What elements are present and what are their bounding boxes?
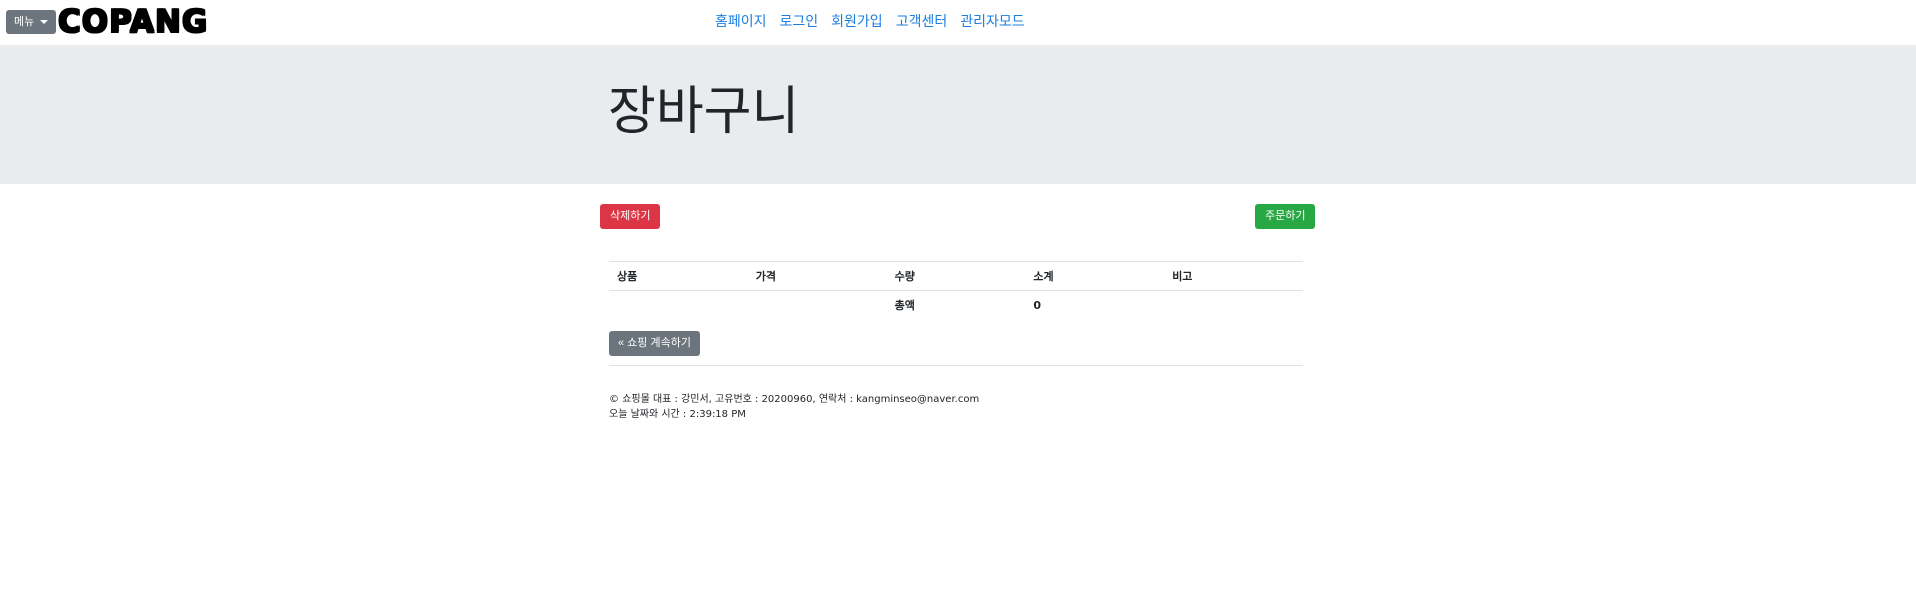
menu-dropdown-button[interactable]: 메뉴: [6, 10, 57, 34]
nav-links: 홈페이지 로그인 회원가입 고객센터 관리자모드: [715, 13, 1025, 31]
column-header-price: 가격: [747, 261, 887, 291]
delete-button[interactable]: 삭제하기: [600, 204, 661, 229]
nav-link-signup[interactable]: 회원가입: [831, 13, 883, 31]
order-button[interactable]: 주문하기: [1255, 204, 1316, 229]
table-total-row: 총액 0: [609, 291, 1303, 320]
table-header-row: 상품 가격 수량 소계 비고: [609, 261, 1303, 291]
total-label: 총액: [894, 299, 915, 313]
caret-down-icon: [40, 20, 49, 24]
footer: © 쇼핑몰 대표 : 강민서, 고유번호 : 20200960, 연락처 : k…: [609, 392, 979, 422]
column-header-subtotal: 소계: [1025, 261, 1165, 291]
table-cell-empty: [1164, 291, 1303, 320]
nav-link-login[interactable]: 로그인: [780, 13, 819, 31]
table-cell-empty: [748, 291, 887, 320]
footer-datetime: 오늘 날짜와 시간 : 2:39:18 PM: [609, 409, 746, 420]
nav-link-home[interactable]: 홈페이지: [715, 13, 767, 31]
nav-link-customer-center[interactable]: 고객센터: [896, 13, 948, 31]
menu-label: 메뉴: [14, 16, 35, 28]
page-title: 장바구니: [608, 82, 800, 142]
continue-shopping-button[interactable]: « 쇼핑 계속하기: [609, 331, 700, 356]
logo[interactable]: COPANG: [58, 4, 208, 40]
table-cell-empty: [609, 291, 748, 320]
column-header-note: 비고: [1164, 261, 1303, 291]
jumbotron: [0, 45, 1916, 184]
footer-divider: [609, 365, 1303, 366]
total-value: 0: [1033, 298, 1042, 312]
navbar: 메뉴 COPANG 홈페이지 로그인 회원가입 고객센터 관리자모드: [0, 0, 1916, 44]
column-header-quantity: 수량: [886, 261, 1026, 291]
nav-link-admin-mode[interactable]: 관리자모드: [960, 13, 1024, 31]
cart-table: 상품 가격 수량 소계 비고 총액 0: [609, 261, 1303, 320]
footer-copyright: © 쇼핑몰 대표 : 강민서, 고유번호 : 20200960, 연락처 : k…: [609, 394, 980, 405]
column-header-product: 상품: [609, 261, 748, 291]
